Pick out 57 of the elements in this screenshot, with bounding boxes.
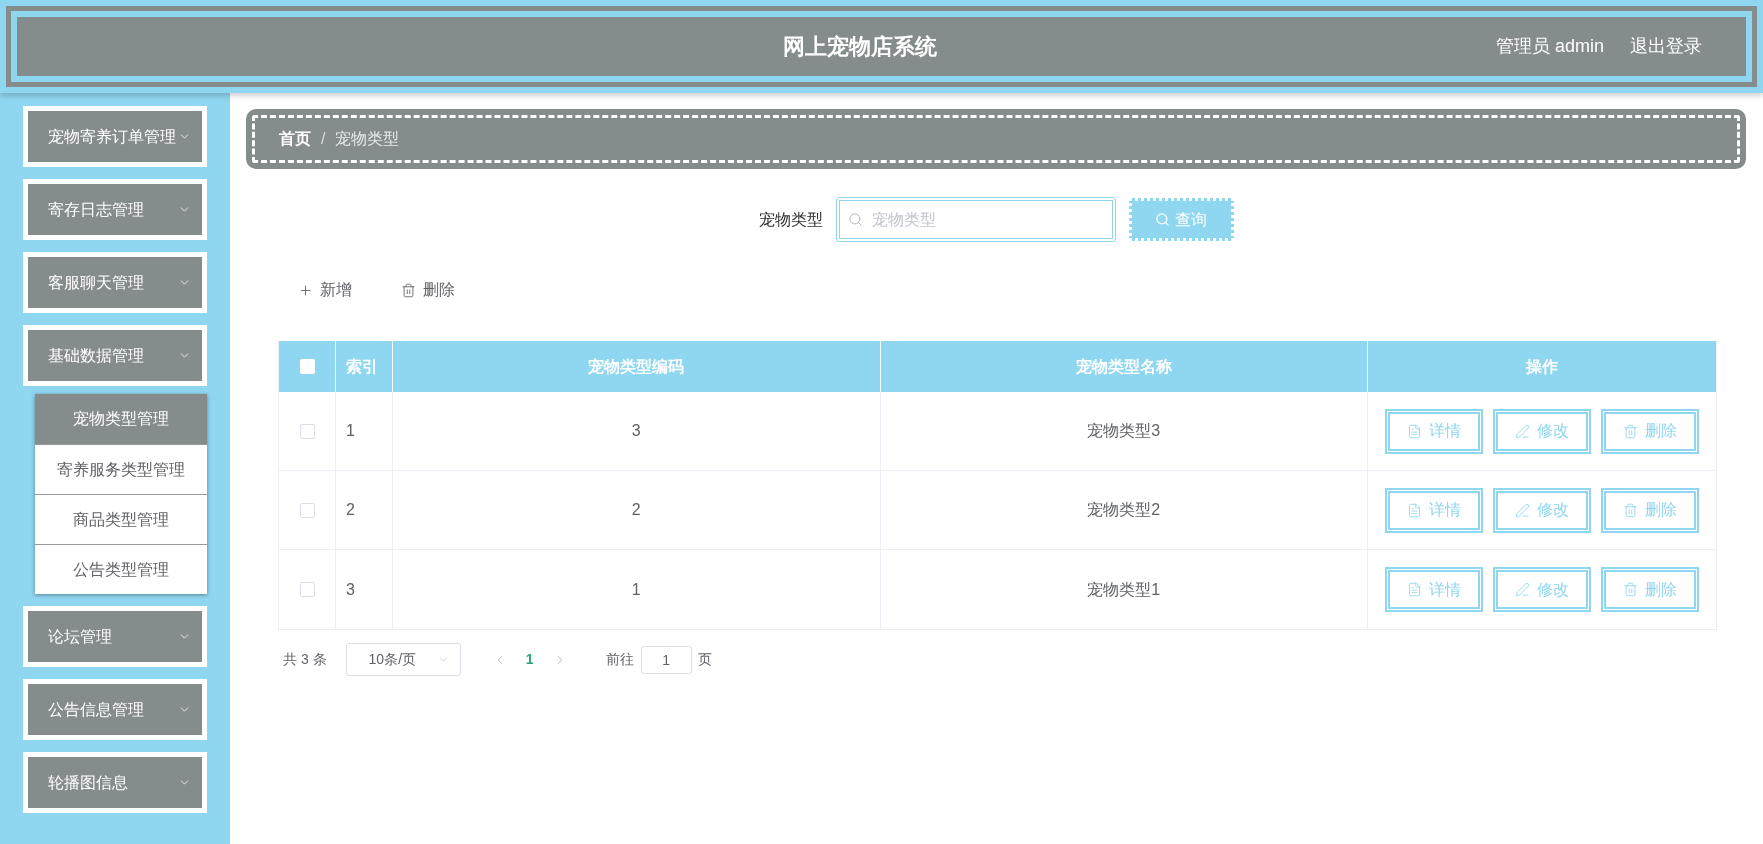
search-label: 宠物类型 [758, 209, 823, 230]
search-icon [847, 212, 863, 227]
breadcrumb-link[interactable]: 首页 [279, 127, 311, 151]
total-count: 共 3 条 [283, 650, 327, 669]
row-checkbox[interactable] [299, 582, 315, 597]
pen-icon [1515, 423, 1530, 439]
admin-label: 管理员 admin [1495, 35, 1604, 58]
column-header: 索引 [336, 341, 393, 392]
table-cell: 3 [336, 550, 393, 629]
add-button[interactable]: 新增 [278, 272, 372, 308]
column-header: 宠物类型编码 [393, 341, 881, 392]
table-cell: 1 [336, 392, 393, 470]
submenu-item[interactable]: 宠物类型管理 [35, 394, 207, 444]
document-icon [1407, 423, 1422, 439]
submenu-item[interactable]: 公告类型管理 [35, 544, 207, 594]
row-checkbox[interactable] [299, 502, 315, 518]
pen-icon [1515, 502, 1530, 518]
page-number[interactable]: 1 [514, 645, 545, 674]
app-title: 网上宠物店系统 [782, 33, 937, 61]
logout-link[interactable]: 退出登录 [1630, 33, 1702, 60]
menu-item[interactable]: 基础数据管理 [23, 325, 207, 386]
menu-item[interactable]: 轮播图信息 [23, 752, 207, 813]
trash-icon [1623, 423, 1638, 439]
column-header: 操作 [1524, 356, 1559, 377]
page-input[interactable]: 1 [640, 645, 692, 674]
table-cell: 2 [336, 471, 393, 549]
breadcrumb-current: 宠物类型 [335, 129, 400, 149]
page-size-select[interactable]: 10条/页 [345, 643, 461, 676]
breadcrumb-separator: / [321, 129, 326, 149]
plus-icon [298, 282, 313, 298]
document-icon [1407, 502, 1422, 518]
pen-icon [1515, 582, 1530, 597]
delete-button[interactable]: 删除 [381, 272, 475, 308]
column-header: 宠物类型名称 [880, 341, 1368, 392]
trash-icon [401, 282, 416, 298]
goto-label: 前往 [605, 650, 634, 669]
table-cell: 2 [393, 471, 881, 549]
document-icon [1407, 582, 1422, 597]
table-cell: 宠物类型1 [880, 550, 1368, 629]
menu-item[interactable]: 宠物寄养订单管理 [23, 106, 207, 167]
table-cell: 1 [393, 550, 881, 629]
goto-suffix: 页 [697, 650, 712, 669]
menu-item[interactable]: 寄存日志管理 [23, 179, 207, 240]
submenu-item[interactable]: 寄养服务类型管理 [35, 444, 207, 494]
search-icon [1155, 212, 1170, 227]
table-cell: 3 [393, 392, 881, 470]
trash-icon [1623, 502, 1638, 518]
menu-item[interactable]: 论坛管理 [23, 606, 207, 667]
row-checkbox[interactable] [299, 423, 315, 439]
trash-icon [1623, 582, 1638, 597]
menu-item[interactable]: 公告信息管理 [23, 679, 207, 740]
select-all-checkbox[interactable] [299, 359, 315, 374]
submenu-item[interactable]: 商品类型管理 [35, 494, 207, 544]
table-cell: 宠物类型2 [880, 471, 1368, 549]
menu-item[interactable]: 客服聊天管理 [23, 252, 207, 313]
search-field[interactable]: 宠物类型 [835, 197, 1116, 242]
table-cell: 宠物类型3 [880, 392, 1368, 470]
